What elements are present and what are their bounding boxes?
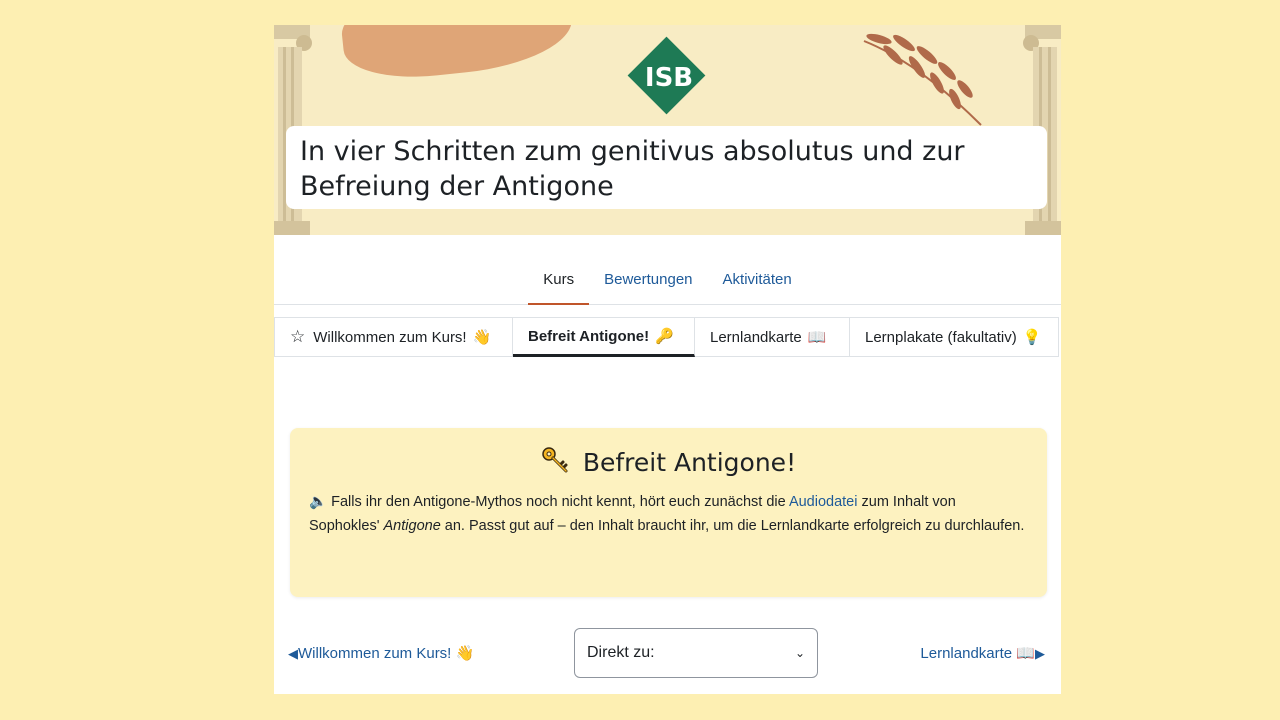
- jump-to-select[interactable]: Direkt zu: ⌄: [574, 628, 818, 678]
- key-icon: [542, 447, 568, 473]
- course-title: In vier Schritten zum genitivus absolutu…: [300, 136, 965, 202]
- section-tab-label: Lernplakate (fakultativ): [865, 328, 1017, 346]
- section-tab-lernplakate[interactable]: Lernplakate (fakultativ) 💡: [850, 318, 1059, 356]
- jump-to-label: Direkt zu:: [587, 644, 655, 661]
- next-section-link[interactable]: Lernlandkarte 📖▶: [920, 644, 1045, 662]
- speaker-icon: 🔈: [309, 494, 328, 510]
- section-title-text: Befreit Antigone!: [582, 448, 797, 477]
- star-icon[interactable]: ☆: [290, 327, 305, 347]
- decorative-blob: [338, 25, 576, 85]
- section-title: Befreit Antigone!: [290, 446, 1047, 477]
- nav-tab-aktivitaeten[interactable]: Aktivitäten: [708, 257, 807, 305]
- section-tab-label: Befreit Antigone!: [528, 327, 650, 345]
- course-page: ISB In vier Schritten zum genitivus abso…: [274, 25, 1061, 694]
- section-navigation: ◀Willkommen zum Kurs! 👋 Direkt zu: ⌄ Ler…: [274, 628, 1061, 678]
- isb-logo-text: ISB: [644, 63, 694, 93]
- previous-section-label: Willkommen zum Kurs!: [298, 645, 452, 662]
- course-banner: ISB In vier Schritten zum genitivus abso…: [274, 25, 1061, 235]
- course-nav: Kurs Bewertungen Aktivitäten: [274, 257, 1061, 305]
- nav-tab-kurs[interactable]: Kurs: [528, 257, 590, 305]
- description-emphasis: Antigone: [383, 518, 441, 534]
- section-tabs: ☆ Willkommen zum Kurs! 👋 Befreit Antigon…: [274, 317, 1059, 357]
- previous-section-link[interactable]: ◀Willkommen zum Kurs! 👋: [288, 644, 474, 662]
- light-bulb-icon: 💡: [1022, 328, 1042, 346]
- section-description: 🔈 Falls ihr den Antigone-Mythos noch nic…: [309, 490, 1029, 538]
- section-tab-label: Willkommen zum Kurs!: [313, 328, 467, 346]
- description-text: Falls ihr den Antigone-Mythos noch nicht…: [331, 494, 786, 510]
- description-text: an. Passt gut auf – den Inhalt braucht i…: [444, 518, 1025, 534]
- waving-hand-icon: 👋: [472, 328, 492, 346]
- nav-tab-bewertungen[interactable]: Bewertungen: [589, 257, 707, 305]
- section-tab-willkommen[interactable]: ☆ Willkommen zum Kurs! 👋: [275, 318, 513, 356]
- next-section-label: Lernlandkarte: [920, 645, 1013, 662]
- section-tab-befreit-antigone[interactable]: Befreit Antigone! 🔑: [513, 318, 695, 357]
- book-icon: 📖: [1016, 644, 1035, 662]
- course-title-box: In vier Schritten zum genitivus absolutu…: [286, 126, 1047, 209]
- waving-hand-icon: 👋: [455, 644, 475, 662]
- chevron-down-icon: ⌄: [794, 646, 805, 660]
- section-tab-label: Lernlandkarte: [710, 328, 802, 346]
- section-tab-lernlandkarte[interactable]: Lernlandkarte 📖: [695, 318, 850, 356]
- key-icon: 🔑: [655, 327, 674, 345]
- book-icon: 📖: [807, 328, 827, 346]
- laurel-branch-icon: [863, 33, 982, 126]
- triangle-left-icon: ◀: [288, 647, 298, 662]
- triangle-right-icon: ▶: [1035, 647, 1045, 662]
- audio-file-link[interactable]: Audiodatei: [789, 494, 858, 510]
- section-summary-card: Befreit Antigone! 🔈 Falls ihr den Antigo…: [290, 428, 1047, 597]
